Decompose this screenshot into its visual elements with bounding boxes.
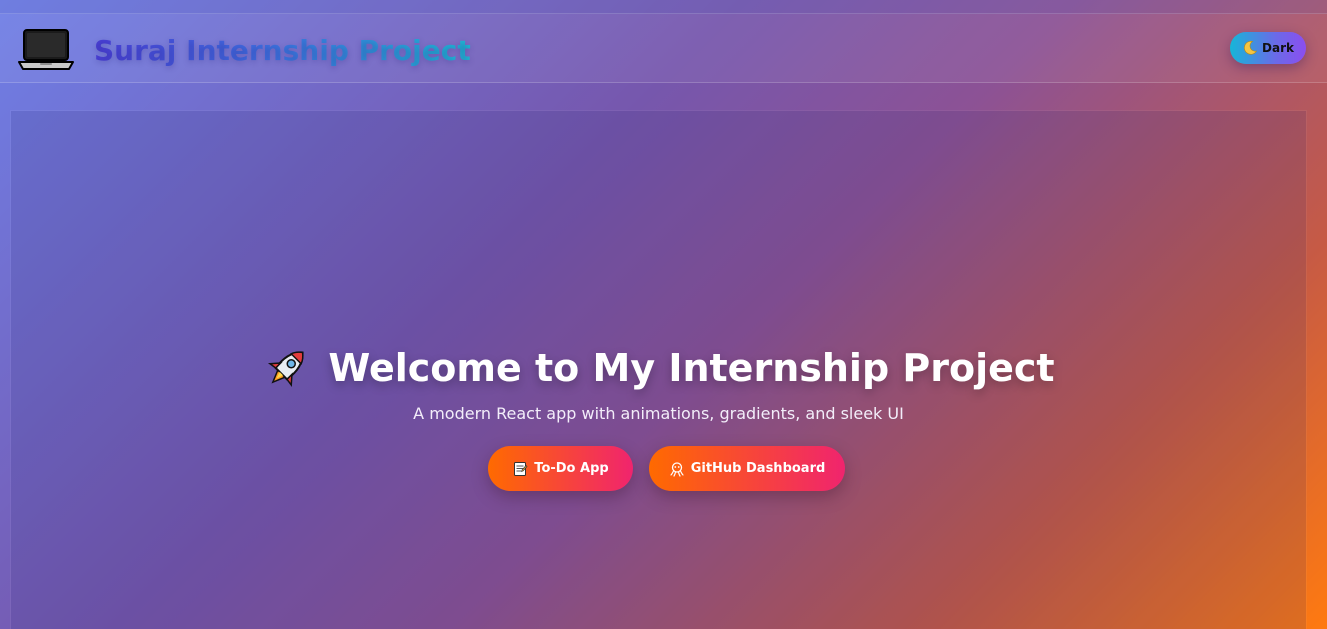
- github-dashboard-button[interactable]: GitHub Dashboard: [649, 446, 845, 491]
- dark-mode-label: Dark: [1262, 41, 1294, 55]
- memo-icon: [512, 461, 528, 477]
- navbar: Suraj Internship Project Dark: [0, 13, 1327, 83]
- hero-heading: Welcome to My Internship Project: [11, 343, 1306, 393]
- laptop-icon: [16, 26, 76, 74]
- moon-icon: [1242, 40, 1258, 56]
- octopus-icon: [669, 461, 685, 477]
- hero-subtitle: A modern React app with animations, grad…: [413, 404, 904, 423]
- top-strip: [0, 0, 1327, 14]
- dark-mode-toggle[interactable]: Dark: [1230, 32, 1306, 64]
- todo-app-button[interactable]: To-Do App: [488, 446, 633, 491]
- todo-app-label: To-Do App: [534, 461, 609, 476]
- hero-actions: To-Do App GitHub Dashboard: [11, 446, 1306, 491]
- hero-title: Welcome to My Internship Project: [328, 346, 1055, 390]
- rocket-icon: [262, 343, 312, 393]
- brand[interactable]: Suraj Internship Project: [16, 26, 471, 74]
- hero-section: Welcome to My Internship Project A moder…: [11, 111, 1306, 629]
- github-dashboard-label: GitHub Dashboard: [690, 461, 826, 476]
- app-title: Suraj Internship Project: [94, 33, 471, 67]
